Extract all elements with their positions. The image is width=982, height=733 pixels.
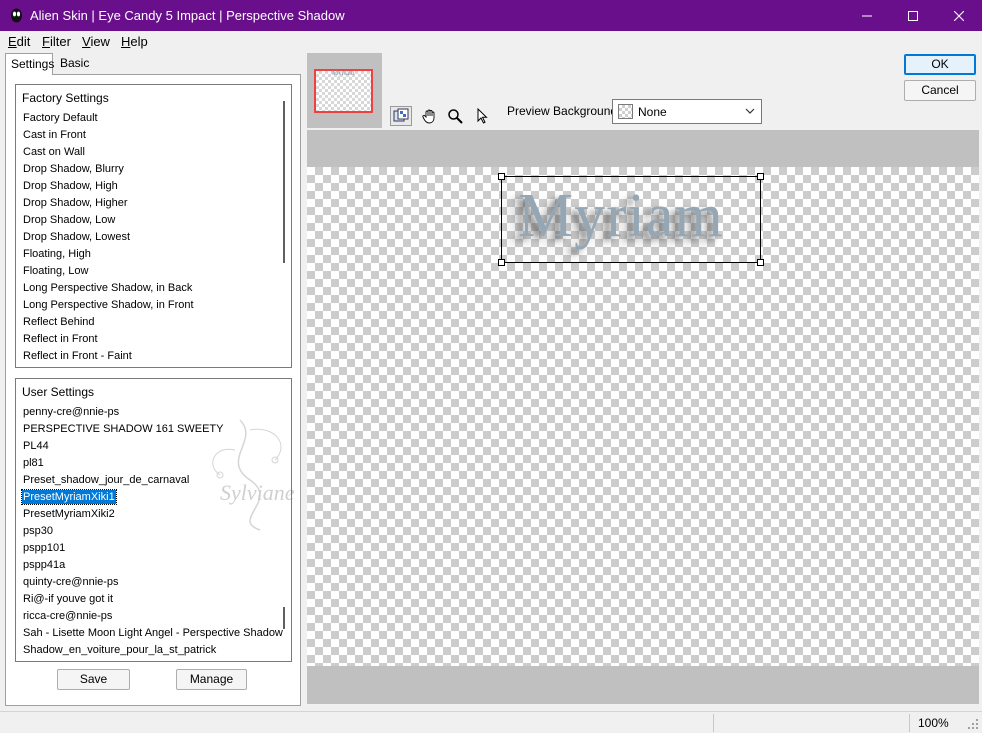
status-bar: 100% [0, 711, 982, 733]
hand-icon [422, 109, 435, 124]
user-settings-list[interactable]: User Settings penny-cre@nnie-ps PERSPECT… [15, 378, 292, 662]
factory-preset-item[interactable]: Factory Default [22, 110, 280, 127]
resize-grip-icon[interactable] [967, 718, 979, 730]
user-preset-item[interactable]: Preset_shadow_jour_de_carnaval [22, 472, 280, 489]
factory-preset-item[interactable]: Drop Shadow, Blurry [22, 161, 280, 178]
minimize-button[interactable] [844, 0, 890, 31]
menu-help-mnemonic: H [121, 34, 131, 49]
menu-edit-mnemonic: E [8, 34, 17, 49]
user-preset-item[interactable]: PL44 [22, 438, 280, 455]
maximize-button[interactable] [890, 0, 936, 31]
user-preset-item[interactable]: ricca-cre@nnie-ps [22, 608, 280, 625]
user-preset-item[interactable]: PresetMyriamXiki2 [22, 506, 280, 523]
factory-preset-item[interactable]: Reflect in Front - Faint [22, 348, 280, 365]
user-settings-header: User Settings [22, 385, 95, 399]
navigator-viewport[interactable]: Myriam [314, 69, 373, 113]
preview-background-value: None [638, 105, 667, 119]
menu-filter-label: ilter [49, 34, 71, 49]
preview-background-label: Preview Background: [507, 104, 621, 118]
preview-canvas[interactable]: Myriam [307, 167, 979, 666]
ok-button[interactable]: OK [904, 54, 976, 75]
hand-tool-button[interactable] [419, 106, 441, 126]
preview-frame: Myriam [307, 130, 979, 704]
menu-filter-mnemonic: F [42, 34, 50, 49]
menu-help[interactable]: Help [121, 34, 148, 49]
close-icon [954, 10, 964, 21]
factory-settings-header: Factory Settings [22, 91, 109, 105]
user-preset-item[interactable]: Shadow_en_voiture_pour_la_st_patrick [22, 642, 280, 659]
factory-list-scrollbar[interactable] [283, 101, 285, 263]
selection-bounding-box[interactable]: Myriam [498, 173, 764, 266]
user-preset-item[interactable]: PERSPECTIVE SHADOW 161 SWEETY [22, 421, 280, 438]
status-divider [713, 714, 714, 732]
pointer-tool-button[interactable] [471, 106, 493, 126]
resize-handle-top-right[interactable] [757, 173, 764, 180]
user-preset-item[interactable]: penny-cre@nnie-ps [22, 404, 280, 421]
chevron-down-icon [745, 108, 755, 114]
factory-preset-item[interactable]: Cast on Wall [22, 144, 280, 161]
menu-edit[interactable]: Edit [8, 34, 30, 49]
zoom-tool-button[interactable] [444, 106, 466, 126]
factory-preset-item[interactable]: Cast in Front [22, 127, 280, 144]
alien-skin-app-icon [11, 8, 22, 23]
menu-view[interactable]: View [82, 34, 110, 49]
factory-preset-item[interactable]: Long Perspective Shadow, in Front [22, 297, 280, 314]
user-preset-item-selected[interactable]: PresetMyriamXiki1 [21, 489, 280, 506]
menu-filter[interactable]: Filter [42, 34, 71, 49]
tab-basic[interactable]: Basic [55, 53, 95, 74]
resize-handle-top-left[interactable] [498, 173, 505, 180]
toggle-preview-button[interactable] [390, 106, 412, 126]
status-divider [909, 714, 910, 732]
arrow-pointer-icon [477, 108, 488, 124]
navigator-thumbnail-area[interactable]: Myriam [307, 53, 382, 128]
preview-text: Myriam [518, 182, 724, 250]
menu-edit-label: dit [16, 34, 31, 49]
minimize-icon [862, 15, 872, 16]
user-preset-item[interactable]: Sah - Lisette Moon Light Angel - Perspec… [22, 625, 283, 642]
factory-preset-item[interactable]: Drop Shadow, Low [22, 212, 280, 229]
window-title: Alien Skin | Eye Candy 5 Impact | Perspe… [30, 8, 345, 23]
menu-bar: Edit Filter View Help [0, 31, 982, 51]
maximize-icon [908, 10, 918, 21]
save-button[interactable]: Save [57, 669, 130, 690]
user-preset-item[interactable]: pspp101 [22, 540, 280, 557]
user-preset-item[interactable]: pspp41a [22, 557, 280, 574]
resize-handle-bottom-right[interactable] [757, 259, 764, 266]
factory-preset-item[interactable]: Reflect Behind [22, 314, 280, 331]
preview-background-select[interactable]: None [612, 99, 762, 124]
cancel-button[interactable]: Cancel [904, 80, 976, 101]
thumbnail-text: Myriam [332, 69, 355, 77]
tab-settings[interactable]: Settings [5, 53, 54, 75]
title-bar: Alien Skin | Eye Candy 5 Impact | Perspe… [0, 0, 982, 31]
preview-toggle-icon [393, 108, 409, 122]
zoom-level: 100% [918, 716, 949, 730]
factory-preset-item[interactable]: Floating, High [22, 246, 280, 263]
factory-settings-list[interactable]: Factory Settings Factory Default Cast in… [15, 84, 292, 368]
close-button[interactable] [936, 0, 982, 31]
menu-view-label: iew [90, 34, 110, 49]
magnifier-icon [448, 109, 463, 124]
menu-help-label: elp [130, 34, 148, 49]
manage-button[interactable]: Manage [176, 669, 247, 690]
user-preset-item[interactable]: Ri@-if youve got it [22, 591, 280, 608]
factory-preset-item[interactable]: Reflect in Front [22, 331, 280, 348]
factory-preset-item[interactable]: Floating, Low [22, 263, 280, 280]
resize-handle-bottom-left[interactable] [498, 259, 505, 266]
factory-preset-item[interactable]: Drop Shadow, High [22, 178, 280, 195]
user-preset-item[interactable]: pl81 [22, 455, 280, 472]
background-swatch [618, 104, 633, 119]
factory-preset-item[interactable]: Drop Shadow, Higher [22, 195, 280, 212]
user-list-scrollbar[interactable] [283, 607, 285, 629]
factory-preset-item[interactable]: Long Perspective Shadow, in Back [22, 280, 280, 297]
factory-preset-item[interactable]: Drop Shadow, Lowest [22, 229, 280, 246]
user-preset-item[interactable]: psp30 [22, 523, 280, 540]
user-preset-item[interactable]: quinty-cre@nnie-ps [22, 574, 280, 591]
